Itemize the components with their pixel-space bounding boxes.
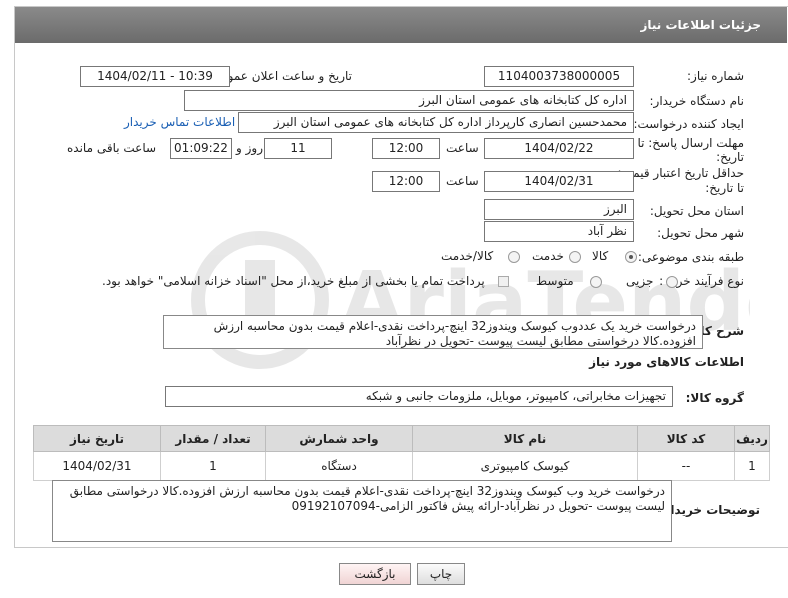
buyer-notes-textarea: درخواست خرید وب کیوسک ویندوز32 اینچ-پردا… <box>52 480 672 542</box>
col-unit: واحد شمارش <box>265 425 413 452</box>
process-medium-label: متوسط <box>536 274 574 288</box>
deadline-date-field: 1404/02/22 <box>484 138 634 159</box>
announce-date-field: 1404/02/11 - 10:39 <box>80 66 230 87</box>
province-label: استان محل تحویل: <box>649 204 744 218</box>
process-minor-label: جزیی <box>626 274 654 288</box>
category-both-label: کالا/خدمت <box>441 249 494 263</box>
category-service-radio[interactable] <box>569 251 581 263</box>
buyer-contact-link[interactable]: اطلاعات تماس خریدار <box>124 115 235 129</box>
description-textarea: درخواست خرید یک عددوب کیوسک ویندوز32 این… <box>163 315 703 349</box>
need-number-label: شماره نیاز: <box>687 69 744 83</box>
buyer-org-field: اداره کل کتابخانه های عمومی استان البرز <box>184 90 634 111</box>
city-field: نظر آباد <box>484 221 634 242</box>
process-minor-radio[interactable] <box>666 276 678 288</box>
city-label: شهر محل تحویل: <box>657 226 744 240</box>
goods-section-title: اطلاعات کالاهای مورد نیاز <box>589 355 744 369</box>
process-medium-radio[interactable] <box>590 276 602 288</box>
cell-qty: 1 <box>160 451 266 481</box>
col-code: کد کالا <box>637 425 735 452</box>
cell-date: 1404/02/31 <box>33 451 161 481</box>
province-field: البرز <box>484 199 634 220</box>
creator-label: ایجاد کننده درخواست: <box>633 117 744 131</box>
col-qty: تعداد / مقدار <box>160 425 266 452</box>
deadline-label-date: تاریخ: <box>716 150 744 164</box>
cell-unit: دستگاه <box>265 451 413 481</box>
col-row: ردیف <box>734 425 770 452</box>
creator-field: محمدحسین انصاری کارپرداز اداره کل کتابخا… <box>238 112 634 133</box>
goods-group-label: گروه کالا: <box>685 391 744 405</box>
remaining-time-field: 01:09:22 <box>170 138 232 159</box>
deadline-time-label: ساعت <box>446 141 479 155</box>
category-goods-label: کالا <box>592 249 609 263</box>
table-row: 1 -- کیوسک کامپیوتری دستگاه 1 1404/02/31 <box>33 451 770 481</box>
cell-row: 1 <box>734 451 770 481</box>
col-name: نام کالا <box>412 425 638 452</box>
need-number-field: 1104003738000005 <box>484 66 634 87</box>
back-button[interactable]: بازگشت <box>339 563 411 585</box>
days-label: روز و <box>236 141 263 155</box>
days-remaining-field: 11 <box>264 138 332 159</box>
buyer-org-label: نام دستگاه خریدار: <box>649 94 745 108</box>
validity-time-label: ساعت <box>446 174 479 188</box>
validity-label-date: تا تاریخ: <box>705 181 744 195</box>
goods-table: ردیف کد کالا نام کالا واحد شمارش تعداد /… <box>33 425 770 481</box>
category-label: طبقه بندی موضوعی: <box>637 250 744 264</box>
buyer-notes-label: توضیحات خریدار: <box>658 503 760 517</box>
treasury-payment-note: پرداخت تمام یا بخشی از مبلغ خرید،از محل … <box>102 274 485 288</box>
validity-time-field: 12:00 <box>372 171 440 192</box>
panel-header: جزئیات اطلاعات نیاز <box>15 7 787 43</box>
validity-label: حداقل تاریخ اعتبار قیمت: <box>617 166 744 180</box>
goods-table-header: ردیف کد کالا نام کالا واحد شمارش تعداد /… <box>33 425 770 452</box>
print-button[interactable]: چاپ <box>417 563 465 585</box>
remaining-time-label: ساعت باقی مانده <box>67 141 157 155</box>
validity-date-field: 1404/02/31 <box>484 171 634 192</box>
col-date: تاریخ نیاز <box>33 425 161 452</box>
treasury-payment-checkbox[interactable] <box>498 276 509 287</box>
deadline-label: مهلت ارسال پاسخ: تا <box>637 136 744 150</box>
category-goods-radio[interactable] <box>625 251 637 263</box>
deadline-time-field: 12:00 <box>372 138 440 159</box>
cell-name: کیوسک کامپیوتری <box>412 451 638 481</box>
goods-group-field: تجهیزات مخابراتی، کامپیوتر، موبایل، ملزو… <box>165 386 673 407</box>
category-both-radio[interactable] <box>508 251 520 263</box>
cell-code: -- <box>637 451 735 481</box>
category-service-label: خدمت <box>532 249 564 263</box>
page-title: جزئیات اطلاعات نیاز <box>640 18 761 32</box>
